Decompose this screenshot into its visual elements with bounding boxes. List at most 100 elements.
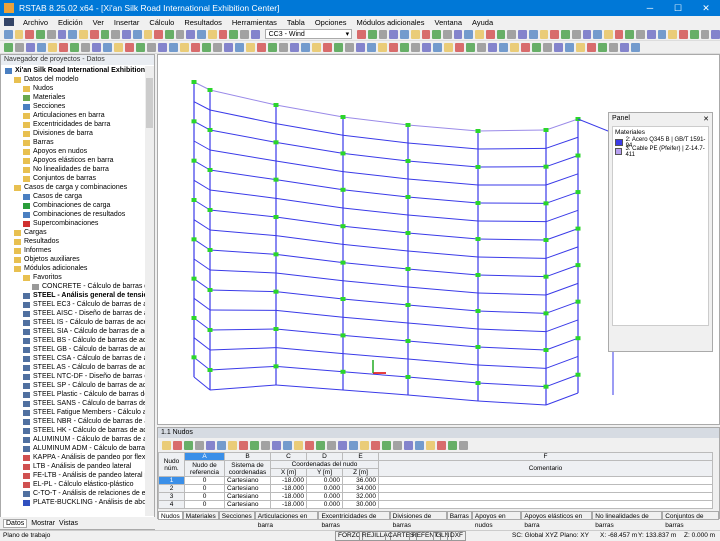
toolbar-button-icon[interactable] [360,441,369,450]
toolbar-button-icon[interactable] [459,441,468,450]
tree-item[interactable]: KAPPA - Análisis de pandeo por flexió [1,453,146,462]
toolbar-button-icon[interactable] [158,43,167,52]
toolbar-button-icon[interactable] [25,30,34,39]
tree-item[interactable]: Excentricidades de barra [1,120,146,129]
table-tab[interactable]: Apoyos en nudos [472,511,522,520]
col-e[interactable]: E [343,453,379,461]
toolbar-button-icon[interactable] [240,30,249,39]
table-tab[interactable]: Nudos [158,511,183,520]
toolbar-button-icon[interactable] [529,30,538,39]
toolbar-button-icon[interactable] [507,30,516,39]
toolbar-button-icon[interactable] [587,43,596,52]
toolbar-button-icon[interactable] [169,43,178,52]
toolbar-button-icon[interactable] [250,441,259,450]
toolbar-button-icon[interactable] [466,43,475,52]
toolbar-button-icon[interactable] [378,43,387,52]
tree-item[interactable]: Resultados [1,237,146,246]
tree-item[interactable]: STEEL EC3 - Cálculo de barras de acero [1,300,146,309]
tree-item[interactable]: Divisiones de barra [1,129,146,138]
toolbar-button-icon[interactable] [111,30,120,39]
toolbar-button-icon[interactable] [224,43,233,52]
toolbar-button-icon[interactable] [122,30,131,39]
tree-item[interactable]: LTB - Análisis de pandeo lateral [1,462,146,471]
toolbar-button-icon[interactable] [371,441,380,450]
toolbar-button-icon[interactable] [701,30,710,39]
toolbar-button-icon[interactable] [497,30,506,39]
toolbar-button-icon[interactable] [356,43,365,52]
toolbar-button-icon[interactable] [162,441,171,450]
toolbar-button-icon[interactable] [103,43,112,52]
toolbar-button-icon[interactable] [268,43,277,52]
cell-z[interactable]: 30.000 [343,501,379,509]
toolbar-button-icon[interactable] [598,43,607,52]
toolbar-button-icon[interactable] [59,43,68,52]
col-d[interactable]: D [307,453,343,461]
toolbar-button-icon[interactable] [37,43,46,52]
tree-item[interactable]: STEEL Plastic - Cálculo de barras de ac [1,390,146,399]
toolbar-button-icon[interactable] [609,43,618,52]
toolbar-button-icon[interactable] [411,30,420,39]
panel-close-icon[interactable]: ✕ [703,115,709,123]
table-row[interactable]: 10Cartesiano-18.0000.00036.000 [159,477,713,485]
toolbar-button-icon[interactable] [379,30,388,39]
toolbar-button-icon[interactable] [444,43,453,52]
toolbar-button-icon[interactable] [147,43,156,52]
toolbar-button-icon[interactable] [125,43,134,52]
toolbar-button-icon[interactable] [422,43,431,52]
tree-item[interactable]: ALUMINUM - Cálculo de barras de alu [1,435,146,444]
menu-item[interactable]: Ver [88,18,109,27]
cell-c[interactable] [379,501,713,509]
cell-ref[interactable]: 0 [185,493,225,501]
toolbar-button-icon[interactable] [532,43,541,52]
cell-ref[interactable]: 0 [185,485,225,493]
cell-sys[interactable]: Cartesiano [225,501,271,509]
table-tab[interactable]: No linealidades de barras [592,511,662,520]
cell-z[interactable]: 32.000 [343,493,379,501]
toolbar-button-icon[interactable] [389,30,398,39]
tab-datos[interactable]: Datos [3,519,27,528]
toolbar-button-icon[interactable] [217,441,226,450]
table-tab[interactable]: Excentricidades de barras [318,511,389,520]
toolbar-button-icon[interactable] [400,30,409,39]
tree-item[interactable]: STEEL CSA - Cálculo de barras de acero [1,354,146,363]
toolbar-button-icon[interactable] [550,30,559,39]
tree-item[interactable]: STEEL AS - Cálculo de barras de acero [1,363,146,372]
toolbar-button-icon[interactable] [488,43,497,52]
toolbar-button-icon[interactable] [136,43,145,52]
tree-item[interactable]: PLATE-BUCKLING - Análisis de abollac [1,498,146,507]
toolbar-button-icon[interactable] [36,30,45,39]
toolbar-button-icon[interactable] [510,43,519,52]
cell-ref[interactable]: 0 [185,501,225,509]
toolbar-button-icon[interactable] [367,43,376,52]
toolbar-button-icon[interactable] [561,30,570,39]
toolbar-button-icon[interactable] [68,30,77,39]
toolbar-button-icon[interactable] [499,43,508,52]
toolbar-button-icon[interactable] [4,30,13,39]
toolbar-button-icon[interactable] [554,43,563,52]
navigator-scrollbar[interactable] [145,66,154,516]
table-row[interactable]: 20Cartesiano-18.0000.00034.000 [159,485,713,493]
toolbar-button-icon[interactable] [393,441,402,450]
toolbar-button-icon[interactable] [426,441,435,450]
cell-y[interactable]: 0.000 [307,501,343,509]
toolbar-button-icon[interactable] [543,43,552,52]
cell-y[interactable]: 0.000 [307,477,343,485]
tree-item[interactable]: Secciones [1,102,146,111]
toolbar-button-icon[interactable] [173,441,182,450]
toolbar-button-icon[interactable] [486,30,495,39]
toolbar-button-icon[interactable] [239,441,248,450]
toolbar-button-icon[interactable] [208,30,217,39]
tree-item[interactable]: Barras [1,138,146,147]
toolbar-button-icon[interactable] [338,441,347,450]
toolbar-button-icon[interactable] [283,441,292,450]
minimize-button[interactable]: ─ [636,0,664,16]
toolbar-button-icon[interactable] [114,43,123,52]
toolbar-button-icon[interactable] [404,441,413,450]
toolbar-button-icon[interactable] [316,441,325,450]
toolbar-button-icon[interactable] [411,43,420,52]
toolbar-button-icon[interactable] [477,43,486,52]
toolbar-button-icon[interactable] [180,43,189,52]
menu-item[interactable]: Edición [53,18,88,27]
tab-mostrar[interactable]: Mostrar [31,520,55,527]
tree-item[interactable]: Cargas [1,228,146,237]
